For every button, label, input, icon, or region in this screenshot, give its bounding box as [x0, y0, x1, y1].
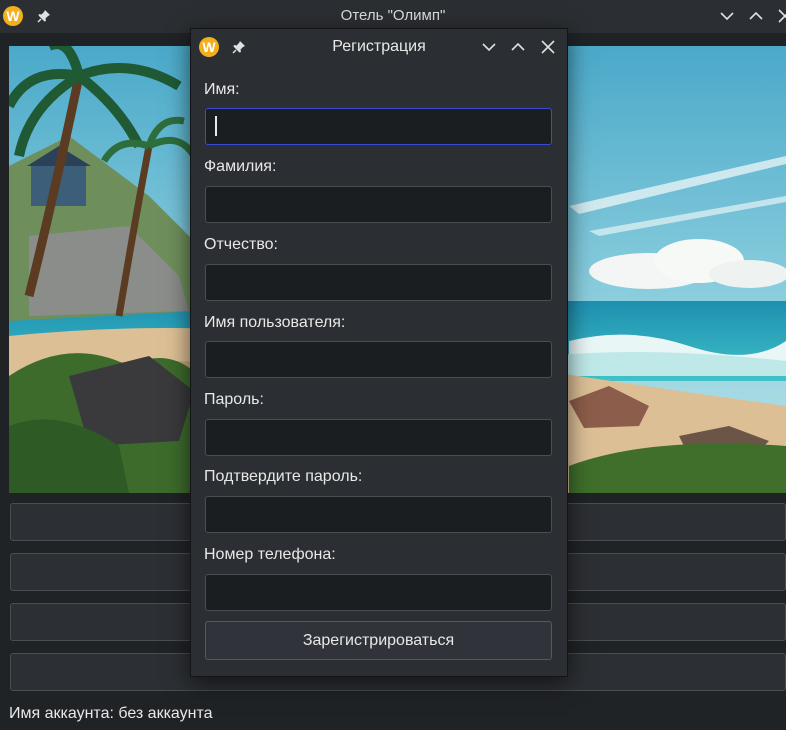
- dialog-titlebar: W Регистрация: [191, 29, 567, 65]
- maximize-icon[interactable]: [747, 7, 765, 25]
- minimize-icon[interactable]: [718, 7, 736, 25]
- patronymic-input[interactable]: [205, 264, 552, 301]
- last-name-input[interactable]: [205, 186, 552, 223]
- close-icon[interactable]: [539, 38, 557, 56]
- phone-input[interactable]: [205, 574, 552, 611]
- username-label: Имя пользователя:: [204, 314, 346, 331]
- confirm-password-label: Подтвердите пароль:: [204, 468, 363, 485]
- last-name-label: Фамилия:: [204, 158, 277, 175]
- password-label: Пароль:: [204, 391, 264, 408]
- text-caret: [215, 116, 217, 136]
- window-title: Отель "Олимп": [340, 7, 446, 24]
- username-input[interactable]: [205, 341, 552, 378]
- patronymic-label: Отчество:: [204, 236, 278, 253]
- minimize-icon[interactable]: [480, 38, 498, 56]
- password-input[interactable]: [205, 419, 552, 456]
- registration-dialog: W Регистрация Имя: Фамилия: Отчество: Им…: [190, 28, 568, 677]
- first-name-label: Имя:: [204, 81, 240, 98]
- register-button[interactable]: Зарегистрироваться: [205, 621, 552, 660]
- account-status: Имя аккаунта: без аккаунта: [9, 705, 213, 722]
- close-icon[interactable]: [776, 7, 786, 25]
- maximize-icon[interactable]: [509, 38, 527, 56]
- first-name-input[interactable]: [205, 108, 552, 145]
- confirm-password-input[interactable]: [205, 496, 552, 533]
- phone-label: Номер телефона:: [204, 546, 336, 563]
